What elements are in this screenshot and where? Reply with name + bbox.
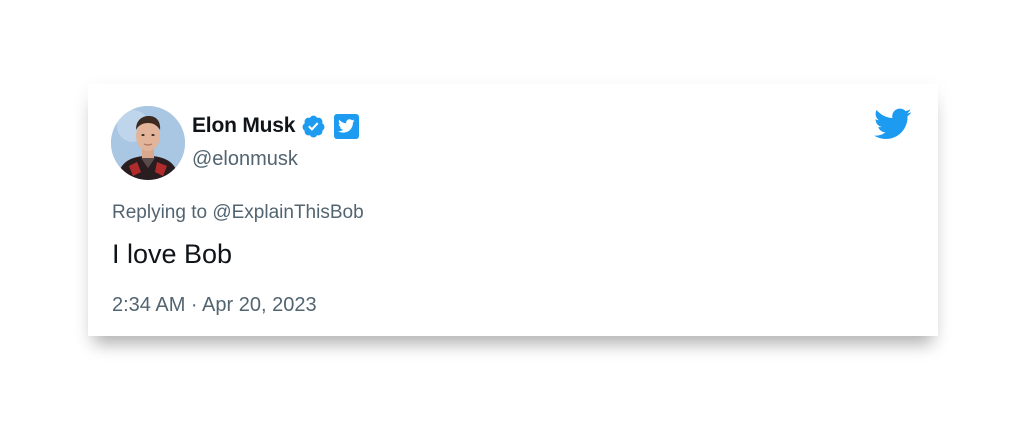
replying-to-handle-link[interactable]: @ExplainThisBob — [212, 202, 363, 223]
replying-to-label: Replying to — [112, 202, 208, 223]
replying-to-line: Replying to @ExplainThisBob — [112, 200, 364, 226]
author-name-row: Elon Musk — [192, 112, 360, 140]
stage: Elon Musk @elonmusk Replying to @Explain… — [0, 0, 1024, 427]
tweet-timestamp[interactable]: 2:34 AM · Apr 20, 2023 — [112, 292, 317, 318]
author-display-name[interactable]: Elon Musk — [192, 112, 295, 140]
avatar[interactable] — [111, 106, 185, 180]
avatar-image — [111, 106, 185, 180]
twitter-bird-icon[interactable] — [874, 108, 912, 140]
twitter-square-icon — [334, 113, 360, 139]
author-handle[interactable]: @elonmusk — [192, 146, 298, 172]
verified-badge-icon — [301, 114, 326, 139]
tweet-text: I love Bob — [112, 239, 233, 269]
tweet-card[interactable]: Elon Musk @elonmusk Replying to @Explain… — [88, 84, 938, 336]
